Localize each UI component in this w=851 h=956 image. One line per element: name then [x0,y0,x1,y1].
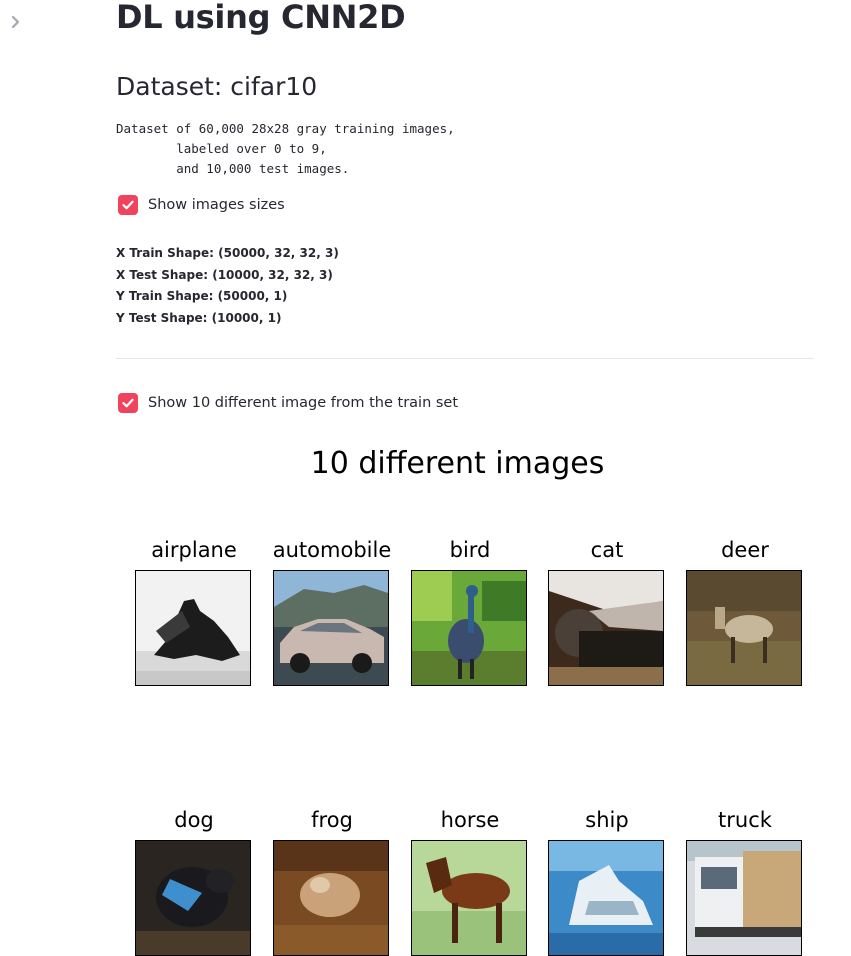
checkbox-checked-icon [118,195,138,215]
show-train-images-checkbox[interactable]: Show 10 different image from the train s… [116,393,458,413]
shape-info: X Train Shape: (50000, 32, 32, 3) X Test… [116,243,339,329]
horse-image [411,840,527,956]
bird-image [411,570,527,686]
image-label: ship [585,808,629,832]
checkbox-label: Show 10 different image from the train s… [148,395,459,411]
ship-image [548,840,664,956]
truck-image [686,840,802,956]
image-label: frog [311,808,353,832]
show-image-sizes-checkbox[interactable]: Show images sizes [116,195,285,215]
dataset-heading: Dataset: cifar10 [116,72,318,101]
divider [116,358,814,359]
page-title: DL using CNN2D [116,0,406,36]
x-test-shape: X Test Shape: (10000, 32, 32, 3) [116,267,333,282]
dataset-description: Dataset of 60,000 28x28 gray training im… [116,121,455,176]
image-label: automobile [272,538,392,562]
checkbox-label: Show images sizes [148,197,285,213]
y-train-shape: Y Train Shape: (50000, 1) [116,289,288,303]
image-label: airplane [151,538,237,562]
image-label: cat [590,538,624,562]
sidebar-expand-button[interactable] [8,14,24,30]
automobile-image [273,570,389,686]
checkbox-checked-icon [118,393,138,413]
image-label: bird [449,538,491,562]
image-label: horse [440,808,500,832]
deer-image [686,570,802,686]
frog-image [273,840,389,956]
dog-image [135,840,251,956]
image-label: deer [721,538,769,562]
cat-image [548,570,664,686]
airplane-image [135,570,251,686]
image-label: dog [174,808,214,832]
x-train-shape: X Train Shape: (50000, 32, 32, 3) [116,246,339,260]
figure-title: 10 different images [310,446,605,481]
chevron-right-icon [11,15,20,29]
y-test-shape: Y Test Shape: (10000, 1) [116,310,282,325]
image-label: truck [718,808,772,832]
